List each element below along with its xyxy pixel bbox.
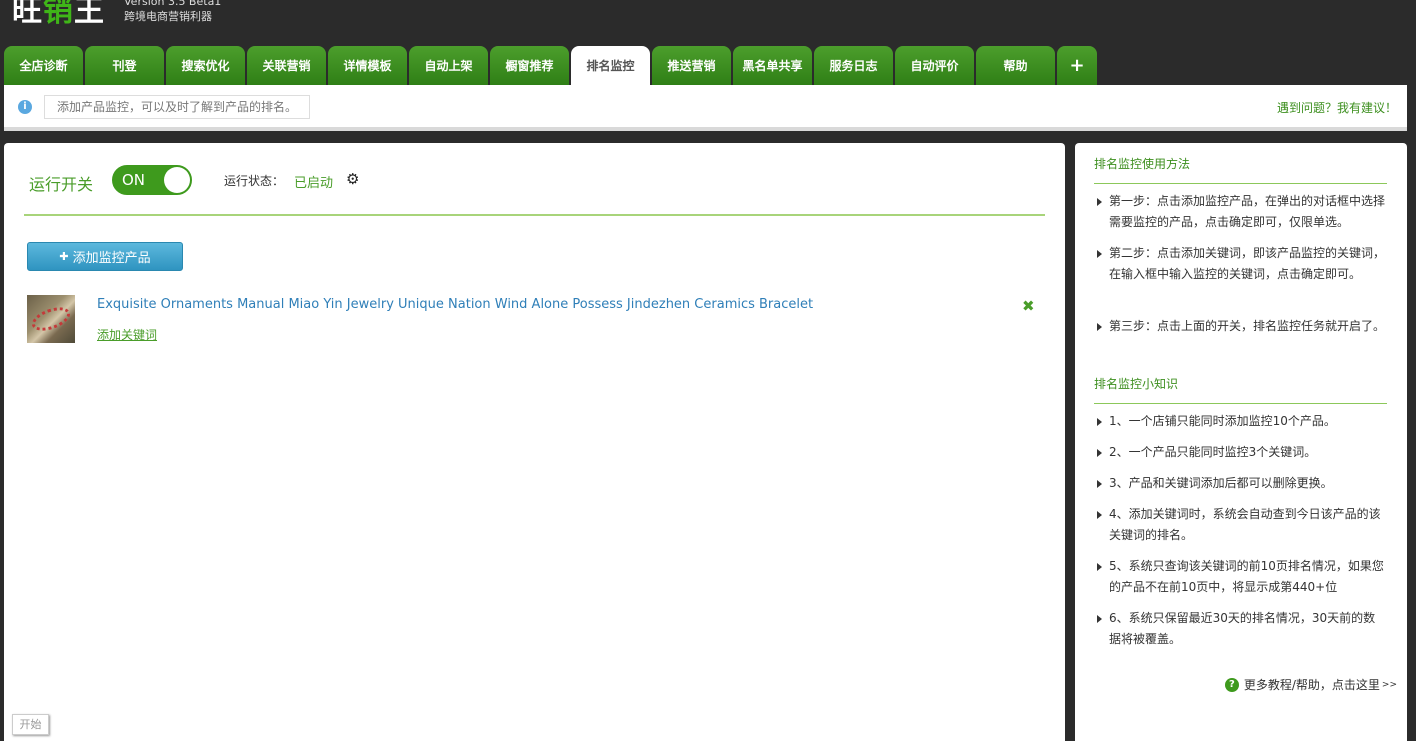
status-label: 运行状态： [224,174,285,188]
tip-item: 3、产品和关键词添加后都可以删除更换。 [1097,473,1385,494]
tips-divider [1094,403,1387,404]
tab-auto-listing[interactable]: 自动上架 [409,46,488,85]
usage-section-title: 排名监控使用方法 [1094,157,1191,171]
tab-rank-monitor[interactable]: 排名监控 [571,46,650,85]
tip-item: 5、系统只查询该关键词的前10页排名情况，如果您的产品不在前10页中，将显示成第… [1097,556,1385,598]
tip-item: 4、添加关键词时，系统会自动查到今日该产品的该关键词的排名。 [1097,504,1385,546]
add-tab-button[interactable]: + [1057,46,1097,85]
gear-icon[interactable]: ⚙ [346,170,359,188]
usage-divider [1094,183,1387,184]
tab-related-marketing[interactable]: 关联营销 [247,46,326,85]
tab-blacklist-share[interactable]: 黑名单共享 [733,46,812,85]
tagline-text: 跨境电商营销利器 [124,10,212,23]
tab-search-optimization[interactable]: 搜索优化 [166,46,245,85]
info-hint-field[interactable]: 添加产品监控，可以及时了解到产品的排名。 [44,95,310,119]
tip-item: 6、系统只保留最近30天的排名情况，30天前的数据将被覆盖。 [1097,608,1385,650]
double-chevron-icon: >> [1381,679,1397,690]
product-title-link[interactable]: Exquisite Ornaments Manual Miao Yin Jewe… [97,297,813,312]
question-icon: ? [1224,677,1239,692]
run-switch-label: 运行开关 [29,175,94,194]
start-button[interactable]: 开始 [12,714,49,735]
add-keyword-link[interactable]: 添加关键词 [97,326,157,343]
version-text: Version 3.5 Beta1 [124,0,222,8]
tab-store-diagnosis[interactable]: 全店诊断 [4,46,83,85]
info-bar: i 添加产品监控，可以及时了解到产品的排名。 遇到问题？我有建议！ [4,85,1407,131]
app-logo: 旺销王 [12,0,105,29]
more-help-link[interactable]: ? 更多教程/帮助，点击这里 >> [1224,676,1397,693]
feedback-link[interactable]: 遇到问题？我有建议！ [1277,99,1397,116]
product-thumbnail[interactable] [27,295,75,343]
usage-step: 第二步：点击添加关键词，即该产品监控的关键词，在输入框中输入监控的关键词，点击确… [1097,243,1385,285]
usage-step: 第一步：点击添加监控产品，在弹出的对话框中选择需要监控的产品，点击确定即可，仅限… [1097,191,1385,233]
toggle-state-label: ON [122,171,146,189]
tab-window-recommend[interactable]: 橱窗推荐 [490,46,569,85]
more-help-label: 更多教程/帮助，点击这里 [1243,678,1380,692]
main-tabs: 全店诊断 刊登 搜索优化 关联营销 详情模板 自动上架 橱窗推荐 排名监控 推送… [4,46,1099,85]
plus-icon: ✚ [59,250,69,263]
add-monitor-product-label: 添加监控产品 [72,251,151,266]
tip-item: 2、一个产品只能同时监控3个关键词。 [1097,442,1385,463]
usage-step: 第三步：点击上面的开关，排名监控任务就开启了。 [1097,316,1385,337]
add-monitor-product-button[interactable]: ✚ 添加监控产品 [27,242,183,271]
tab-detail-templates[interactable]: 详情模板 [328,46,407,85]
status-value: 已启动 [294,176,334,191]
run-toggle[interactable]: ON [112,165,192,195]
tab-listing[interactable]: 刊登 [85,46,164,85]
tab-help[interactable]: 帮助 [976,46,1055,85]
app-header: 旺销王 Version 3.5 Beta1 跨境电商营销利器 [0,0,1416,46]
main-panel: 运行开关 ON 运行状态： 已启动 ⚙ ✚ 添加监控产品 Exquisite O… [4,143,1065,741]
tips-section-title: 排名监控小知识 [1094,377,1179,391]
toggle-knob[interactable] [164,167,190,193]
tab-service-log[interactable]: 服务日志 [814,46,893,85]
tab-auto-review[interactable]: 自动评价 [895,46,974,85]
delete-product-icon[interactable]: ✖ [1022,297,1035,315]
divider [24,214,1045,216]
tip-item: 1、一个店铺只能同时添加监控10个产品。 [1097,411,1385,432]
tab-push-marketing[interactable]: 推送营销 [652,46,731,85]
help-side-panel: 排名监控使用方法 第一步：点击添加监控产品，在弹出的对话框中选择需要监控的产品，… [1075,143,1407,741]
info-icon: i [18,100,32,114]
